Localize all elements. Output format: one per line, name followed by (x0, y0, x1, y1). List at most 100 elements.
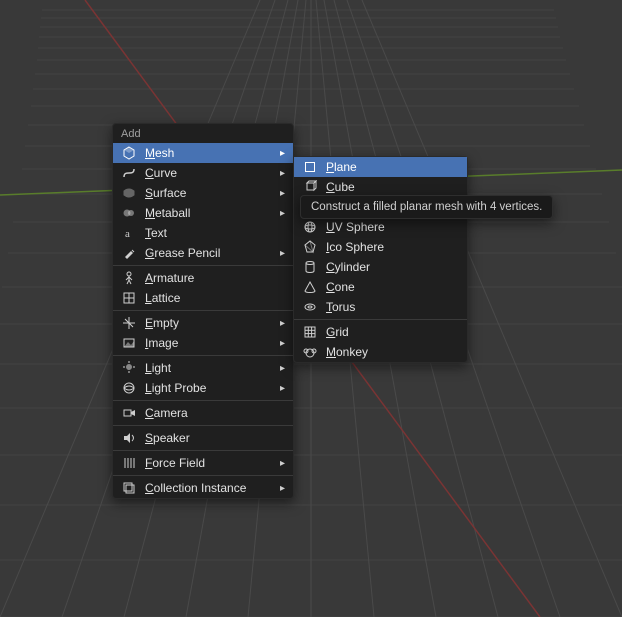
cylinder-icon (302, 259, 318, 275)
add-menu-separator (113, 265, 293, 266)
add-menu-title: Add (113, 124, 293, 143)
mesh-submenu-item-label: Torus (326, 300, 459, 314)
add-menu-item-light[interactable]: Light▸ (113, 358, 293, 378)
submenu-arrow-icon: ▸ (275, 458, 285, 469)
svg-text:a: a (125, 228, 130, 240)
cube-icon (302, 179, 318, 195)
collection-icon (121, 480, 137, 496)
add-menu-item-text[interactable]: a Text (113, 223, 293, 243)
add-menu-item-label: Collection Instance (145, 481, 275, 495)
add-menu-separator (113, 355, 293, 356)
gpencil-icon (121, 245, 137, 261)
add-menu-item-label: Light Probe (145, 381, 275, 395)
add-menu-item-metaball[interactable]: Metaball▸ (113, 203, 293, 223)
monkey-icon (302, 344, 318, 360)
mesh-submenu-item-label: Cone (326, 280, 459, 294)
add-menu-item-mesh[interactable]: Mesh▸ (113, 143, 293, 163)
mesh-submenu-item-cube[interactable]: Cube (294, 177, 467, 197)
mesh-submenu-item-uv-sphere[interactable]: UV Sphere (294, 217, 467, 237)
mesh-submenu-item-cylinder[interactable]: Cylinder (294, 257, 467, 277)
armature-icon (121, 270, 137, 286)
uvsphere-icon (302, 219, 318, 235)
mesh-submenu-item-label: Ico Sphere (326, 240, 459, 254)
mesh-submenu-item-torus[interactable]: Torus (294, 297, 467, 317)
add-menu-item-label: Surface (145, 186, 275, 200)
mesh-submenu-item-label: UV Sphere (326, 220, 459, 234)
submenu-arrow-icon: ▸ (275, 188, 285, 199)
submenu-arrow-icon: ▸ (275, 338, 285, 349)
add-menu-item-label: Lattice (145, 291, 285, 305)
add-menu-item-lattice[interactable]: Lattice (113, 288, 293, 308)
curve-icon (121, 165, 137, 181)
add-menu-separator (113, 310, 293, 311)
add-menu-item-collection-instance[interactable]: Collection Instance▸ (113, 478, 293, 498)
add-menu-item-label: Camera (145, 406, 285, 420)
lattice-icon (121, 290, 137, 306)
forcefield-icon (121, 455, 137, 471)
empty-icon (121, 315, 137, 331)
mesh-submenu-item-label: Cylinder (326, 260, 459, 274)
add-menu-item-speaker[interactable]: Speaker (113, 428, 293, 448)
mesh-submenu-item-ico-sphere[interactable]: Ico Sphere (294, 237, 467, 257)
add-menu-item-armature[interactable]: Armature (113, 268, 293, 288)
add-menu-separator (113, 400, 293, 401)
add-menu-item-label: Empty (145, 316, 275, 330)
mesh-icon (121, 145, 137, 161)
submenu-arrow-icon: ▸ (275, 383, 285, 394)
add-menu-item-label: Mesh (145, 146, 275, 160)
tooltip: Construct a filled planar mesh with 4 ve… (300, 195, 553, 219)
mesh-submenu-item-plane[interactable]: Plane (294, 157, 467, 177)
add-menu-item-label: Armature (145, 271, 285, 285)
add-menu-item-curve[interactable]: Curve▸ (113, 163, 293, 183)
add-menu-item-empty[interactable]: Empty▸ (113, 313, 293, 333)
add-menu-item-label: Speaker (145, 431, 285, 445)
mesh-submenu-item-label: Cube (326, 180, 459, 194)
add-menu-item-image[interactable]: Image▸ (113, 333, 293, 353)
add-menu-item-label: Image (145, 336, 275, 350)
submenu-arrow-icon: ▸ (275, 208, 285, 219)
add-menu-item-label: Curve (145, 166, 275, 180)
add-menu-separator (113, 475, 293, 476)
lightprobe-icon (121, 380, 137, 396)
metaball-icon (121, 205, 137, 221)
add-menu-item-surface[interactable]: Surface▸ (113, 183, 293, 203)
grid-icon (302, 324, 318, 340)
light-icon (121, 360, 137, 376)
add-menu[interactable]: Add Mesh▸Curve▸Surface▸Metaball▸aTextGre… (112, 123, 294, 499)
submenu-arrow-icon: ▸ (275, 168, 285, 179)
add-menu-item-label: Light (145, 361, 275, 375)
add-menu-item-grease-pencil[interactable]: Grease Pencil▸ (113, 243, 293, 263)
mesh-submenu-item-label: Grid (326, 325, 459, 339)
cone-icon (302, 279, 318, 295)
add-menu-item-label: Text (145, 226, 285, 240)
submenu-arrow-icon: ▸ (275, 363, 285, 374)
mesh-submenu[interactable]: PlaneCubeCircleUV SphereIco SphereCylind… (293, 156, 468, 363)
mesh-submenu-separator (294, 319, 467, 320)
text-icon: a (121, 225, 137, 241)
plane-icon (302, 159, 318, 175)
icosphere-icon (302, 239, 318, 255)
surface-icon (121, 185, 137, 201)
add-menu-item-label: Metaball (145, 206, 275, 220)
mesh-submenu-item-label: Plane (326, 160, 459, 174)
camera-icon (121, 405, 137, 421)
add-menu-item-label: Grease Pencil (145, 246, 275, 260)
torus-icon (302, 299, 318, 315)
add-menu-item-force-field[interactable]: Force Field▸ (113, 453, 293, 473)
add-menu-item-camera[interactable]: Camera (113, 403, 293, 423)
add-menu-item-light-probe[interactable]: Light Probe▸ (113, 378, 293, 398)
mesh-submenu-item-grid[interactable]: Grid (294, 322, 467, 342)
add-menu-separator (113, 450, 293, 451)
add-menu-separator (113, 425, 293, 426)
add-menu-item-label: Force Field (145, 456, 275, 470)
mesh-submenu-item-cone[interactable]: Cone (294, 277, 467, 297)
submenu-arrow-icon: ▸ (275, 318, 285, 329)
submenu-arrow-icon: ▸ (275, 483, 285, 494)
submenu-arrow-icon: ▸ (275, 248, 285, 259)
mesh-submenu-item-monkey[interactable]: Monkey (294, 342, 467, 362)
speaker-icon (121, 430, 137, 446)
submenu-arrow-icon: ▸ (275, 148, 285, 159)
mesh-submenu-item-label: Monkey (326, 345, 459, 359)
viewport-3d[interactable]: Add Mesh▸Curve▸Surface▸Metaball▸aTextGre… (0, 0, 622, 617)
image-icon (121, 335, 137, 351)
